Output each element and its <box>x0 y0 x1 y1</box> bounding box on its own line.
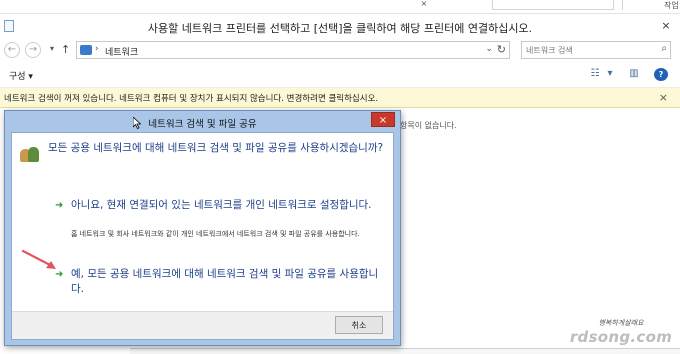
forward-button[interactable]: → <box>25 42 41 58</box>
users-icon <box>20 145 40 163</box>
infobar-close-icon[interactable]: × <box>659 91 668 104</box>
chevron-down-icon[interactable]: ▾ <box>603 68 617 81</box>
close-icon[interactable]: × <box>656 18 676 34</box>
option-public-main[interactable]: 예, 모든 공용 네트워크에 대해 네트워크 검색 및 파일 공유를 사용합니다… <box>71 267 387 297</box>
watermark-line1: 행복하게살래요 <box>598 319 644 327</box>
refresh-icon[interactable]: ↻ <box>497 43 506 56</box>
option-private-network[interactable]: ➜ 아니요, 현재 연결되어 있는 네트워크를 개인 네트워크로 설정합니다. … <box>46 197 386 277</box>
dialog-close-button[interactable]: × <box>371 112 395 127</box>
dialog-titlebar[interactable]: 네트워크 검색 및 파일 공유 × <box>5 111 400 131</box>
help-icon[interactable]: ? <box>654 68 668 81</box>
watermark: 행복하게살래요 rdsong.com <box>566 318 676 352</box>
network-discovery-dialog: 네트워크 검색 및 파일 공유 × 모든 공용 네트워크에 대해 네트워크 검색… <box>4 110 401 346</box>
cancel-button[interactable]: 취소 <box>335 316 383 334</box>
background-search-fragment <box>492 0 614 10</box>
option-private-main[interactable]: 아니요, 현재 연결되어 있는 네트워크를 개인 네트워크로 설정합니다. <box>71 198 387 213</box>
recent-locations-chevron-icon[interactable]: ▾ <box>50 44 54 53</box>
view-options-icon[interactable]: ☷ <box>588 68 602 81</box>
background-close-icon[interactable]: × <box>412 0 436 8</box>
option-private-description: 홈 네트워크 및 회사 네트워크와 같이 개인 네트워크에서 네트워크 검색 및… <box>71 230 360 238</box>
window-titlebar: 사용할 네트워크 프린터를 선택하고 [선택]을 클릭하여 해당 프린터에 연결… <box>0 14 680 38</box>
search-icon[interactable]: ⌕ <box>661 43 667 54</box>
window-title: 사용할 네트워크 프린터를 선택하고 [선택]을 클릭하여 해당 프린터에 연결… <box>147 22 533 35</box>
preview-pane-icon[interactable]: ▥ <box>627 68 641 81</box>
green-arrow-icon: ➜ <box>55 200 64 211</box>
search-input[interactable] <box>526 44 650 57</box>
organize-menu-button[interactable]: 구성 ▾ <box>9 69 33 82</box>
network-icon <box>80 45 92 55</box>
background-caption-fragment <box>622 0 662 10</box>
annotation-arrow-icon <box>21 249 56 269</box>
back-button[interactable]: ← <box>4 42 20 58</box>
infobar-message[interactable]: 네트워크 검색이 꺼져 있습니다. 네트워크 컴퓨터 및 장치가 표시되지 않습… <box>4 92 378 104</box>
address-bar: ← → ▾ ↑ › 네트워크 ⌄ ↻ ⌕ <box>0 38 680 62</box>
dialog-title: 네트워크 검색 및 파일 공유 <box>148 119 257 130</box>
mouse-cursor-icon <box>133 117 141 129</box>
empty-folder-text: 항목이 없습니다. <box>400 121 457 130</box>
dialog-body: 모든 공용 네트워크에 대해 네트워크 검색 및 파일 공유를 사용하시겠습니까… <box>11 132 394 340</box>
option-enable-public-sharing[interactable]: ➜ 예, 모든 공용 네트워크에 대해 네트워크 검색 및 파일 공유를 사용합… <box>46 266 386 306</box>
network-discovery-infobar[interactable]: 네트워크 검색이 꺼져 있습니다. 네트워크 컴퓨터 및 장치가 표시되지 않습… <box>0 88 680 108</box>
dialog-footer: 취소 <box>12 311 393 339</box>
background-text-fragment: 작업 <box>664 1 679 10</box>
watermark-line2: rdsong.com <box>569 328 673 346</box>
dialog-question: 모든 공용 네트워크에 대해 네트워크 검색 및 파일 공유를 사용하시겠습니까… <box>48 142 384 154</box>
up-button[interactable]: ↑ <box>61 43 70 56</box>
chevron-down-icon[interactable]: ⌄ <box>485 44 493 54</box>
chevron-right-icon[interactable]: › <box>95 44 99 54</box>
address-path[interactable]: 네트워크 <box>105 45 138 58</box>
command-toolbar: 구성 ▾ ☷ ▾ ▥ ? <box>0 62 680 88</box>
address-field[interactable]: › 네트워크 ⌄ ↻ <box>76 41 510 59</box>
background-window-strip: × 작업 <box>0 0 680 14</box>
search-field[interactable]: ⌕ <box>521 41 671 59</box>
